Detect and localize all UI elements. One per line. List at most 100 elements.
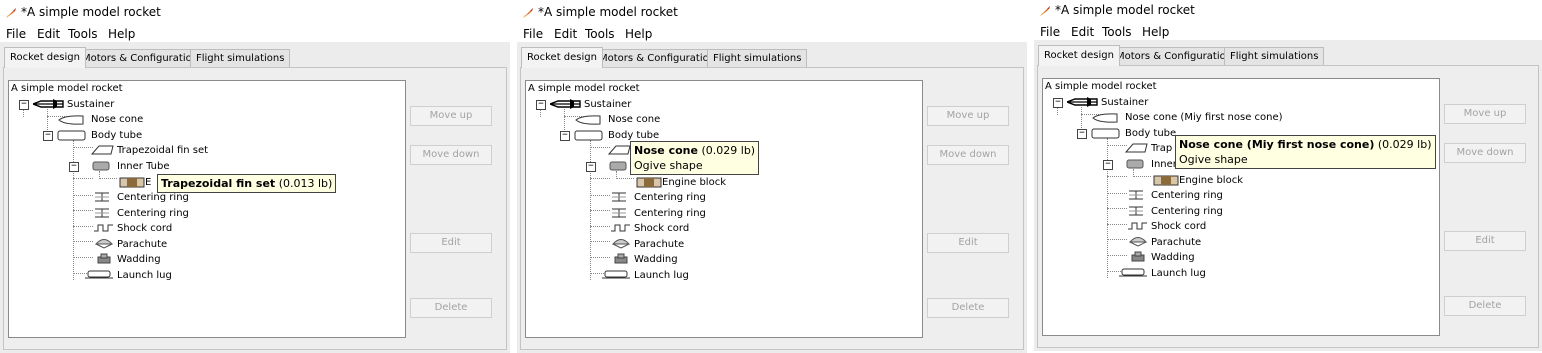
tab-rocket-design[interactable]: Rocket design <box>521 47 603 68</box>
component-tree[interactable]: A simple model rocket − Sustainer Nose c… <box>8 80 406 338</box>
title-bar: *A simple model rocket <box>0 0 510 24</box>
tab-rocket-design[interactable]: Rocket design <box>4 47 86 68</box>
menu-help[interactable]: Help <box>1142 25 1169 39</box>
tree-item-centering-ring[interactable]: Centering ring <box>1151 190 1223 201</box>
centering-ring-icon <box>1129 190 1143 200</box>
menu-file[interactable]: File <box>523 27 543 41</box>
tree-item-shock-cord[interactable]: Shock cord <box>634 223 689 234</box>
tree-item-wadding[interactable]: Wadding <box>634 254 678 265</box>
tree-item-inner-tube[interactable]: Inner <box>1151 159 1177 170</box>
tree-item-sustainer[interactable]: Sustainer <box>67 99 114 110</box>
delete-button[interactable]: Delete <box>927 298 1009 318</box>
window-title: *A simple model rocket <box>1055 3 1195 17</box>
tab-motors-configuration[interactable]: Motors & Configuration <box>593 49 722 68</box>
tree-root-rocket[interactable]: A simple model rocket <box>1045 81 1157 92</box>
tree-item-centering-ring[interactable]: Centering ring <box>117 208 189 219</box>
menu-edit[interactable]: Edit <box>1071 25 1094 39</box>
tree-item-parachute[interactable]: Parachute <box>117 239 167 250</box>
edit-button[interactable]: Edit <box>1444 231 1526 251</box>
tree-item-sustainer[interactable]: Sustainer <box>584 99 631 110</box>
menu-file[interactable]: File <box>6 27 26 41</box>
tree-item-launch-lug[interactable]: Launch lug <box>1151 268 1206 279</box>
tree-item-fin-set[interactable]: Trap <box>1151 143 1172 154</box>
tree-item-parachute[interactable]: Parachute <box>1151 237 1201 248</box>
tree-root-rocket[interactable]: A simple model rocket <box>528 83 640 94</box>
app-window-3: *A simple model rocket File Edit Tools H… <box>1034 0 1542 351</box>
collapse-icon[interactable]: − <box>536 100 546 110</box>
tree-item-fin-set[interactable]: Trapezoidal fin set <box>117 145 208 156</box>
tree-item-engine-block[interactable]: E <box>145 177 151 188</box>
menu-help[interactable]: Help <box>108 27 135 41</box>
menu-help[interactable]: Help <box>625 27 652 41</box>
tab-flight-simulations[interactable]: Flight simulations <box>190 49 291 68</box>
tree-item-centering-ring[interactable]: Centering ring <box>634 208 706 219</box>
rocket-design-pane: A simple model rocket − Sustainer Nose c… <box>1037 65 1539 348</box>
tree-item-sustainer[interactable]: Sustainer <box>1101 97 1148 108</box>
tree-item-body-tube[interactable]: Body tube <box>91 130 142 141</box>
tree-root-rocket[interactable]: A simple model rocket <box>11 83 123 94</box>
move-down-button[interactable]: Move down <box>410 145 492 165</box>
tree-item-wadding[interactable]: Wadding <box>1151 252 1195 263</box>
menu-bar: File Edit Tools Help <box>0 25 510 43</box>
component-tree[interactable]: A simple model rocket − Sustainer Nose c… <box>1042 78 1440 336</box>
tree-item-inner-tube[interactable]: Inner Tube <box>117 161 170 172</box>
tree-item-engine-block[interactable]: Engine block <box>1179 175 1243 186</box>
tree-item-parachute[interactable]: Parachute <box>634 239 684 250</box>
move-up-button[interactable]: Move up <box>410 106 492 126</box>
tree-item-launch-lug[interactable]: Launch lug <box>634 270 689 281</box>
edit-button[interactable]: Edit <box>927 233 1009 253</box>
tree-item-wadding[interactable]: Wadding <box>117 254 161 265</box>
menu-tools[interactable]: Tools <box>68 27 98 41</box>
tree-item-body-tube[interactable]: Body tube <box>608 130 659 141</box>
tree-item-centering-ring[interactable]: Centering ring <box>117 192 189 203</box>
collapse-icon[interactable]: − <box>19 100 29 110</box>
collapse-icon[interactable]: − <box>1103 160 1113 170</box>
tree-item-nose-cone[interactable]: Nose cone <box>91 114 143 125</box>
collapse-icon[interactable]: − <box>43 131 53 141</box>
tree-item-engine-block[interactable]: Engine block <box>662 177 726 188</box>
menu-edit[interactable]: Edit <box>37 27 60 41</box>
stage-icon <box>1067 97 1098 107</box>
tree-item-shock-cord[interactable]: Shock cord <box>117 223 172 234</box>
fin-set-icon <box>608 145 631 155</box>
tab-flight-simulations[interactable]: Flight simulations <box>707 49 808 68</box>
tree-item-nose-cone[interactable]: Nose cone (Miy first nose cone) <box>1125 112 1283 123</box>
wadding-icon <box>614 253 628 264</box>
shock-cord-icon <box>611 224 630 232</box>
menu-edit[interactable]: Edit <box>554 27 577 41</box>
move-up-button[interactable]: Move up <box>927 106 1009 126</box>
delete-button[interactable]: Delete <box>1444 296 1526 316</box>
component-tree[interactable]: A simple model rocket − Sustainer Nose c… <box>525 80 923 338</box>
move-up-button[interactable]: Move up <box>1444 104 1526 124</box>
tab-rocket-design[interactable]: Rocket design <box>1038 45 1120 66</box>
move-down-button[interactable]: Move down <box>1444 143 1526 163</box>
title-bar: *A simple model rocket <box>517 0 1027 24</box>
tooltip-name: Nose cone (Miy first nose cone) <box>1179 138 1375 151</box>
tree-item-centering-ring[interactable]: Centering ring <box>1151 206 1223 217</box>
shock-cord-icon <box>94 224 113 232</box>
tree-item-launch-lug[interactable]: Launch lug <box>117 270 172 281</box>
menu-tools[interactable]: Tools <box>585 27 615 41</box>
tree-item-nose-cone[interactable]: Nose cone <box>608 114 660 125</box>
tab-motors-configuration[interactable]: Motors & Configuration <box>76 49 205 68</box>
collapse-icon[interactable]: − <box>69 162 79 172</box>
tab-motors-configuration[interactable]: Motors & Configuration <box>1110 47 1239 66</box>
menu-tools[interactable]: Tools <box>1102 25 1132 39</box>
edit-button[interactable]: Edit <box>410 233 492 253</box>
move-down-button[interactable]: Move down <box>927 145 1009 165</box>
tree-item-body-tube[interactable]: Body tube <box>1125 128 1176 139</box>
rocket-app-icon <box>1040 6 1050 16</box>
collapse-icon[interactable]: − <box>560 131 570 141</box>
collapse-icon[interactable]: − <box>1053 98 1063 108</box>
collapse-icon[interactable]: − <box>1077 129 1087 139</box>
tab-flight-simulations[interactable]: Flight simulations <box>1224 47 1325 66</box>
tree-item-centering-ring[interactable]: Centering ring <box>634 192 706 203</box>
delete-button[interactable]: Delete <box>410 298 492 318</box>
tree-item-shock-cord[interactable]: Shock cord <box>1151 221 1206 232</box>
menu-file[interactable]: File <box>1040 25 1060 39</box>
rocket-design-pane: A simple model rocket − Sustainer Nose c… <box>520 67 1024 350</box>
fin-set-icon <box>91 145 114 155</box>
centering-ring-icon <box>95 192 109 202</box>
inner-tube-icon <box>1126 159 1144 169</box>
collapse-icon[interactable]: − <box>586 162 596 172</box>
